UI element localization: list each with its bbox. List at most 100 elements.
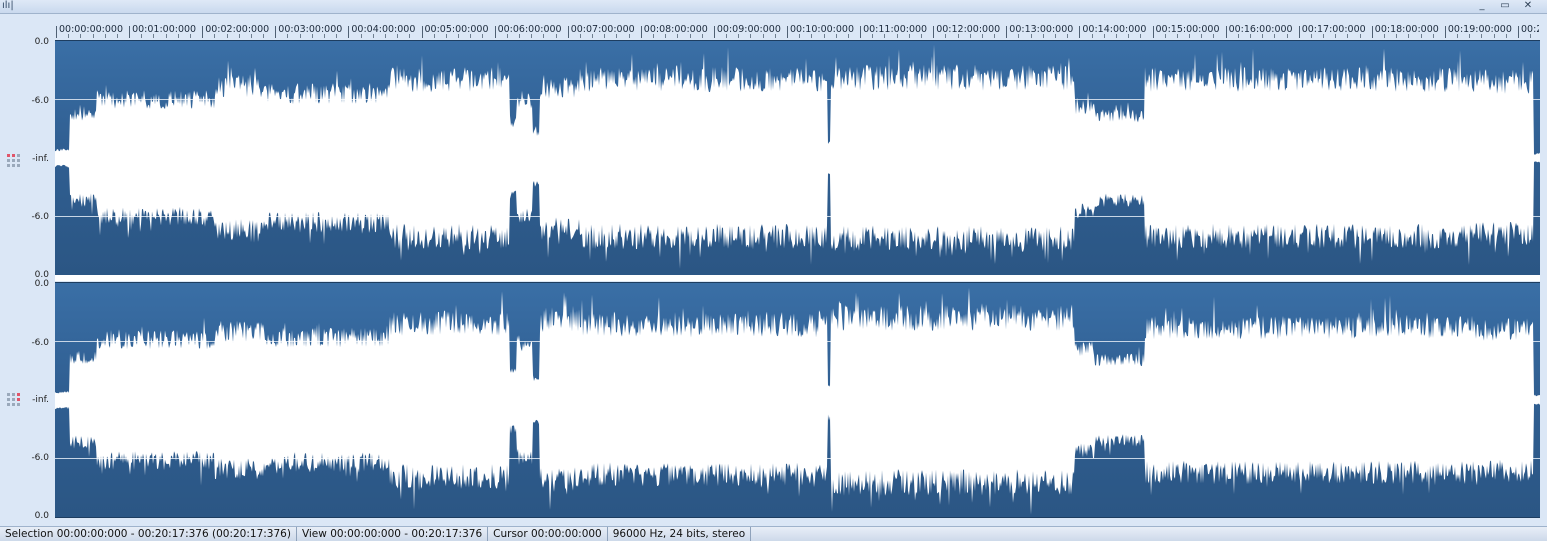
waveform-shape — [55, 287, 1540, 515]
minimize-button[interactable]: _ — [1474, 0, 1490, 12]
ruler-minor-tick — [750, 34, 752, 38]
ruler-minor-tick — [1432, 34, 1434, 38]
ruler-minor-tick — [116, 34, 118, 38]
ruler-minor-tick — [409, 34, 411, 38]
ruler-major-tick — [933, 26, 935, 38]
ruler-minor-tick — [506, 34, 508, 38]
ruler-minor-tick — [1420, 34, 1422, 38]
db-label-ch1-lower: -6.0 — [31, 212, 49, 222]
ruler-minor-tick — [238, 34, 240, 38]
channel-2-waveform — [55, 287, 1540, 515]
close-button[interactable]: ✕ — [1520, 0, 1536, 12]
ruler-minor-tick — [1103, 34, 1105, 38]
ruler-major-tick — [421, 26, 423, 38]
ruler-minor-tick — [1128, 34, 1130, 38]
ruler-minor-tick — [872, 34, 874, 38]
ruler-major-tick — [567, 26, 569, 38]
ruler-minor-tick — [1335, 34, 1337, 38]
db-label-ch2-top: 0.0 — [34, 279, 49, 289]
ruler-major-tick — [860, 26, 862, 38]
ruler-minor-tick — [214, 34, 216, 38]
ruler-minor-tick — [981, 34, 983, 38]
ruler-minor-tick — [360, 34, 362, 38]
ruler-minor-tick — [1262, 34, 1264, 38]
maximize-button[interactable]: ▭ — [1497, 0, 1513, 12]
ruler-minor-tick — [945, 34, 947, 38]
ruler-minor-tick — [847, 34, 849, 38]
ruler-minor-tick — [190, 34, 192, 38]
ruler-minor-tick — [336, 34, 338, 38]
ruler-minor-tick — [1310, 34, 1312, 38]
ruler-minor-tick — [1383, 34, 1385, 38]
ruler-minor-tick — [604, 34, 606, 38]
ruler-minor-tick — [177, 34, 179, 38]
ruler-minor-tick — [1030, 34, 1032, 38]
ruler-major-tick — [1006, 26, 1008, 38]
channel-2-grip-icon[interactable] — [5, 391, 21, 407]
ruler-major-tick — [1079, 26, 1081, 38]
ruler-minor-tick — [1274, 34, 1276, 38]
ruler-minor-tick — [665, 34, 667, 38]
ruler-major-tick — [348, 26, 350, 38]
ruler-minor-tick — [1359, 34, 1361, 38]
ruler-minor-tick — [1140, 34, 1142, 38]
db-label-ch2-lower: -6.0 — [31, 453, 49, 463]
ruler-minor-tick — [726, 34, 728, 38]
ruler-minor-tick — [738, 34, 740, 38]
ruler-minor-tick — [884, 34, 886, 38]
ruler-minor-tick — [1237, 34, 1239, 38]
time-ruler[interactable]: 00:00:00:000 00:01:00:000 00:02:00:000 00:0… — [56, 24, 1539, 40]
ruler-major-tick — [1152, 26, 1154, 38]
ruler-minor-tick — [543, 34, 545, 38]
ruler-minor-tick — [1091, 34, 1093, 38]
ruler-minor-tick — [689, 34, 691, 38]
db-label-ch1-upper: -6.0 — [31, 96, 49, 106]
ruler-minor-tick — [823, 34, 825, 38]
status-selection: Selection 00:00:00:000 - 00:20:17:376 (0… — [0, 527, 297, 541]
ruler-minor-tick — [458, 34, 460, 38]
ruler-minor-tick — [1323, 34, 1325, 38]
ruler-minor-tick — [1189, 34, 1191, 38]
ruler-minor-tick — [1396, 34, 1398, 38]
ruler-minor-tick — [445, 34, 447, 38]
db-label-ch2-center: -inf. — [32, 395, 49, 405]
ruler-major-tick — [1518, 26, 1519, 38]
db-label-ch2-bottom: 0.0 — [34, 511, 49, 521]
ruler-minor-tick — [470, 34, 472, 38]
title-bar: ılı| _ ▭ ✕ — [0, 0, 1547, 14]
ruler-minor-tick — [1164, 34, 1166, 38]
ruler-minor-tick — [579, 34, 581, 38]
ruler-major-tick — [713, 26, 715, 38]
ruler-minor-tick — [1115, 34, 1117, 38]
ruler-minor-tick — [1249, 34, 1251, 38]
ruler-minor-tick — [299, 34, 301, 38]
ruler-minor-tick — [482, 34, 484, 38]
ruler-minor-tick — [616, 34, 618, 38]
ruler-minor-tick — [311, 34, 313, 38]
ruler-minor-tick — [1286, 34, 1288, 38]
ruler-major-tick — [640, 26, 642, 38]
ruler-minor-tick — [531, 34, 533, 38]
ruler-minor-tick — [652, 34, 654, 38]
ruler-minor-tick — [811, 34, 813, 38]
ruler-minor-tick — [153, 34, 155, 38]
ruler-major-tick — [56, 26, 57, 38]
ruler-minor-tick — [1408, 34, 1410, 38]
ruler-minor-tick — [1493, 34, 1495, 38]
ruler-minor-tick — [141, 34, 143, 38]
waveform-channel-1[interactable] — [55, 40, 1540, 276]
channel-1-grip-icon[interactable] — [5, 152, 21, 168]
ruler-minor-tick — [701, 34, 703, 38]
ruler-minor-tick — [994, 34, 996, 38]
ruler-minor-tick — [1481, 34, 1483, 38]
ruler-minor-tick — [1505, 34, 1507, 38]
waveform-channel-2[interactable] — [55, 282, 1540, 518]
ruler-minor-tick — [677, 34, 679, 38]
waveform-shape — [55, 44, 1540, 269]
ruler-minor-tick — [896, 34, 898, 38]
ruler-minor-tick — [1347, 34, 1349, 38]
ruler-major-tick — [1371, 26, 1373, 38]
ruler-minor-tick — [969, 34, 971, 38]
ruler-minor-tick — [1042, 34, 1044, 38]
ruler-minor-tick — [921, 34, 923, 38]
